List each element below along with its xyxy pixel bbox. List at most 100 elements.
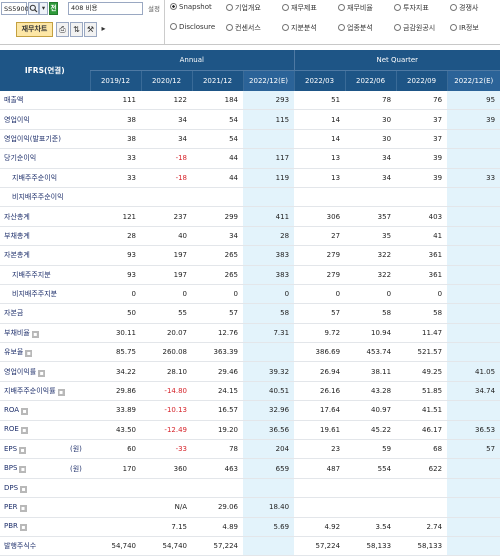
row-unit [70,226,90,245]
config-label[interactable]: 설정 [148,3,160,13]
value-cell [243,536,295,556]
row-label: 영업이익률 ▪ [0,362,70,381]
radio-ir-info[interactable]: IR정보 [450,23,479,33]
radio-snapshot[interactable]: Snapshot [170,3,212,11]
value-cell [447,478,500,498]
radio-fss-disclosure[interactable]: 금감원공시 [394,23,435,33]
value-cell: 37 [433,115,443,124]
row-unit [70,420,90,439]
info-icon[interactable]: ▪ [20,485,28,493]
info-icon[interactable]: ▪ [19,504,27,512]
value-cell [294,498,345,517]
value-cell: 357 [377,212,392,221]
value-cell: 33.89 [115,406,136,415]
radio-disclosure[interactable]: Disclosure [170,23,215,31]
value-cell: 57 [331,309,341,318]
value-cell: 78 [382,96,392,105]
table-row: PER ▪ N/A 29.06 18.40 [0,497,500,518]
row-label: BPS ▪ [0,459,70,478]
value-cell: 38 [127,115,136,124]
info-icon[interactable]: ▪ [19,524,27,532]
search-icon[interactable] [28,2,39,15]
radio-competitors[interactable]: 경쟁사 [450,3,478,13]
period-header: 2022/03 [293,70,346,91]
table-row: 지배주주순이익률 ▪ 29.86 -14.80 24.15 40.51 26.16 43.28… [0,381,500,401]
value-cell: 36.53 [447,420,500,440]
value-cell: 43.28 [370,387,392,396]
value-cell: 85.75 [115,348,136,357]
table-row: ROA ▪ 33.89 -10.13 16.57 32.96 17.64 40.97 41.51 [0,400,500,421]
info-icon[interactable]: ▪ [31,330,39,338]
info-icon[interactable]: ▪ [21,407,29,415]
radio-company-overview[interactable]: 기업개요 [226,3,261,13]
value-cell: 39 [433,173,443,182]
row-label: 지배주주순이익 [0,168,70,187]
value-cell: 68 [433,445,443,454]
expand-icon[interactable]: ▸ [98,22,109,37]
row-label-text: 유보율 [4,348,24,357]
value-cell: 37 [433,134,443,143]
company-name-field[interactable]: 408 비용 [68,2,143,15]
value-cell: 34 [178,134,187,143]
value-cell: 38.11 [370,367,392,376]
value-cell: 7.15 [171,522,187,531]
table-row: 발행주식수 54,740 54,740 57,224 57,224 58,133 58,13… [0,536,500,556]
value-cell: -18 [175,173,187,182]
tool-icon[interactable]: ⚒ [84,22,97,37]
row-label: 자산총계 [0,207,70,226]
info-icon[interactable]: ▪ [19,446,27,454]
period-header: 2019/12 [89,70,141,91]
radio-financial-ratios[interactable]: 재무비율 [338,3,373,13]
info-icon[interactable]: ▪ [25,350,33,358]
table-row: 영업이익(발표기준) 38 34 54 14 30 37 [0,129,500,149]
stock-code-input[interactable]: SS5900 [1,2,29,15]
financial-chart-button[interactable]: 재무차트 [16,22,53,37]
value-cell: 260.08 [162,348,188,357]
info-icon[interactable]: ▪ [19,466,27,474]
value-cell: 0 [335,290,341,299]
print-icon[interactable]: ⎙ [56,22,69,37]
value-cell: 403 [428,212,443,221]
row-label: 발행주식수 [0,536,70,555]
radio-equity-analysis[interactable]: 지분분석 [282,23,317,33]
value-cell: 35 [382,231,392,240]
radio-investment-indicators[interactable]: 투자지표 [394,3,429,13]
row-label: ROA ▪ [0,401,70,420]
row-label-text: ROE [4,425,19,434]
row-label: 자본금 [0,304,70,323]
row-label: 자본총계 [0,246,70,265]
value-cell: 11.47 [421,328,443,337]
row-label-text: 영업이익(발표기준) [4,134,61,143]
value-cell: 44 [229,173,238,182]
row-label: 비지배주주지분 [0,284,70,303]
value-cell: -10.13 [164,406,187,415]
info-icon[interactable]: ▪ [57,389,65,397]
value-cell [447,187,500,207]
value-cell: 30.11 [115,328,136,337]
value-cell: 57 [447,439,500,459]
radio-consensus[interactable]: 컨센서스 [226,23,261,33]
value-cell: 0 [131,290,136,299]
value-cell: 40.51 [243,381,295,401]
toolbar: SS5900 ▾ 전 408 비용 설정 재무차트 ⎙ ⇅ ⚒ ▸ Snapsh… [0,0,500,45]
value-cell: 27 [331,231,341,240]
value-cell: 57,224 [213,542,239,551]
sort-icon[interactable]: ⇅ [70,22,83,37]
radio-financial-statements[interactable]: 재무제표 [282,3,317,13]
jeon-button[interactable]: 전 [49,2,58,15]
value-cell: 279 [326,251,341,260]
value-cell: 13 [331,173,341,182]
row-label-text: 당기순이익 [4,154,37,163]
value-cell: 386.69 [315,348,341,357]
info-icon[interactable]: ▪ [38,369,46,377]
info-icon[interactable]: ▪ [20,427,28,435]
chevron-down-icon[interactable]: ▾ [39,2,48,15]
value-cell: 5.69 [243,517,295,537]
value-cell: 29.06 [217,503,238,512]
row-unit [70,498,90,517]
row-label: 매출액 [0,91,70,110]
table-row: 자본금 50 55 57 58 57 58 58 [0,303,500,324]
value-cell: 29.46 [217,367,238,376]
radio-industry-analysis[interactable]: 업종분석 [338,23,373,33]
value-cell: 57 [229,309,238,318]
